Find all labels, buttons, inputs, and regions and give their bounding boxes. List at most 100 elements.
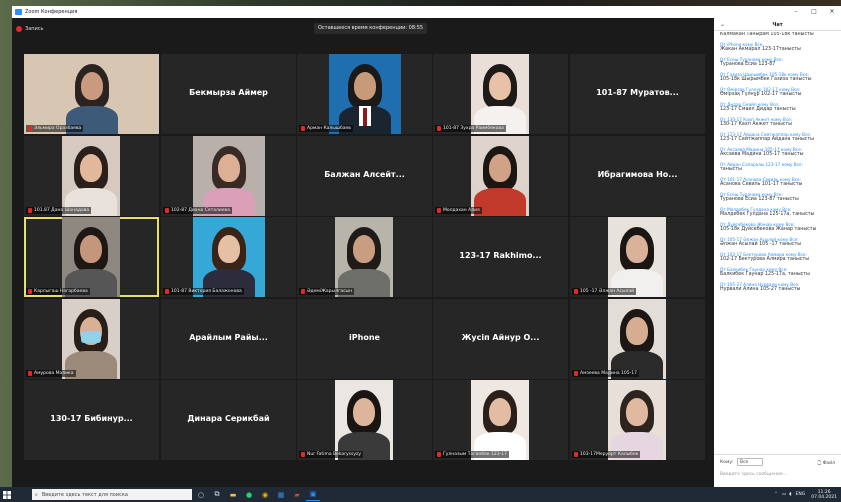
photos-icon[interactable]: ▦ [274, 489, 288, 501]
participant-tile[interactable]: Ибрагимова Но... [570, 136, 705, 216]
person-face [353, 235, 375, 263]
windows-start-icon[interactable] [0, 487, 14, 502]
gallery-view: Запись Оставшееся время конференции: 08:… [12, 18, 714, 487]
chat-messages[interactable]: Калмакан Танырам 105-18к танысты От iPhon… [714, 32, 841, 442]
close-button[interactable]: ✕ [823, 6, 841, 18]
search-placeholder: Введите здесь текст для поиска [41, 491, 128, 498]
network-icon[interactable]: ▭ [782, 492, 786, 497]
participant-tile[interactable]: 105 -17 Әлжан Асылай [570, 217, 705, 297]
participant-tile[interactable]: 103-17Меруерт Калыбек [570, 380, 705, 460]
chat-message-text: танысты [720, 167, 742, 172]
chat-message: От Есеш Туранова кому Все: Туранова Есиа … [720, 192, 841, 203]
participant-tile[interactable]: Амзеева Мадина 105-17 [570, 299, 705, 379]
zoom-taskbar-icon[interactable]: ▣ [306, 489, 320, 501]
participant-label: Карлыгаш Нагарбаева [26, 288, 90, 295]
participant-label-text: 103-17Меруерт Калыбек [580, 452, 639, 457]
participant-tile[interactable]: 101-87 Муратов... [570, 54, 705, 134]
file-button[interactable]: 🗋 Файл [818, 459, 836, 467]
participant-label: 101-87 Виктория Балажонова [163, 288, 244, 295]
muted-mic-icon [301, 452, 305, 457]
participant-tile[interactable]: 102-87 Диана Сеталиева [161, 136, 296, 216]
muted-mic-icon [437, 452, 441, 457]
participant-name: iPhone [349, 333, 380, 342]
participant-tile[interactable]: iPhone [297, 299, 432, 379]
maximize-button[interactable]: □ [805, 6, 823, 18]
participant-tile[interactable]: Динара Серикбай [161, 380, 296, 460]
chat-message: От 105-17 Әлжан Асылай кому Все: Әлжан Ас… [720, 237, 841, 248]
participant-label-text: Гулназым Тоганбек 123-17 [443, 452, 507, 457]
cortana-icon[interactable]: ○ [194, 489, 208, 501]
clock[interactable]: 11:26 07.04.2021 [811, 490, 837, 500]
whatsapp-icon[interactable]: ● [242, 489, 256, 501]
participant-label: Эльмира Оразбаева [26, 125, 84, 132]
participant-tile[interactable]: 101-87 Зухра Раимбекова [433, 54, 568, 134]
title-bar: Zoom Конференция – □ ✕ [12, 6, 841, 18]
participant-tile[interactable]: Амурова Малика [24, 299, 159, 379]
participant-tile[interactable]: Nur Fatima Bekaryssyzy [297, 380, 432, 460]
explorer-icon[interactable]: ▬ [226, 489, 240, 501]
participant-tile[interactable]: Карлыгаш Нагарбаева [24, 217, 159, 297]
participant-label-text: Молдахан Алия [443, 208, 480, 213]
participant-label: Амурова Малика [26, 370, 76, 377]
participant-label-text: Nur Fatima Bekaryssyzy [307, 452, 362, 457]
recipient-dropdown[interactable]: Все [737, 458, 763, 466]
muted-mic-icon [437, 126, 441, 131]
participant-name: Ибрагимова Но... [597, 170, 678, 179]
chat-message: От 101-17 Асанова Севиль кому Все: Асанов… [720, 177, 841, 188]
volume-icon[interactable]: ◖ [789, 492, 791, 497]
participant-video [608, 380, 666, 460]
participant-label: 102-87 Диана Сеталиева [163, 207, 232, 214]
person-face [489, 154, 511, 182]
participant-tile[interactable]: Гулназым Тоганбек 123-17 [433, 380, 568, 460]
chat-message: От 102-17 Бектурова Алмира кому Все: 102-… [720, 252, 841, 263]
language-indicator[interactable]: ENG [796, 492, 806, 497]
participant-tile[interactable]: Бекмырза Аймер [161, 54, 296, 134]
participant-label: Nur Fatima Bekaryssyzy [299, 451, 364, 458]
participant-label-text: 101.87 Дана Шонадова [34, 208, 90, 213]
chat-footer: Кому: Все 🗋 Файл Введите здесь сообщение… [714, 454, 841, 487]
chat-message-text: 105-18к Шырымбек Газиза танысты [720, 77, 812, 82]
chrome-icon[interactable]: ◉ [258, 489, 272, 501]
chat-input[interactable]: Введите здесь сообщение... [720, 472, 830, 477]
face-mask [81, 331, 101, 343]
taskbar-search[interactable]: ⌕ Введите здесь текст для поиска [32, 489, 192, 500]
participant-video [193, 136, 265, 216]
participant-tile[interactable]: Эльмира Оразбаева [24, 54, 159, 134]
participant-tile[interactable]: Балжан Алсейт... [297, 136, 432, 216]
participant-tile[interactable]: ӘдемiЖарылгасын [297, 217, 432, 297]
participant-tile[interactable]: 123-17 Rakhimo... [433, 217, 568, 297]
tray-chevron-icon[interactable]: ⌃ [774, 492, 778, 497]
person-face [218, 235, 240, 263]
participant-video [24, 54, 159, 134]
chat-message-text: Аксаева Мадина 105-17 танысты [720, 152, 804, 157]
participant-tile[interactable]: Молдахан Алия [433, 136, 568, 216]
chat-message: От 130-17 Кахп Акжет кому Все: 130-17 Ках… [720, 117, 841, 128]
screen: Zoom Конференция – □ ✕ Запись Оставшееся… [0, 0, 841, 502]
participant-label-text: 101-87 Виктория Балажонова [171, 289, 242, 294]
participant-tile[interactable]: 101.87 Дана Шонадова [24, 136, 159, 216]
time-remaining: Оставшееся время конференции: 08:55 [314, 23, 428, 34]
chat-message-text: Балкибек Гаунар 125-17а, танысты [720, 272, 810, 277]
person-body [474, 188, 526, 216]
participant-tile[interactable]: Жусiп Айнур О... [433, 299, 568, 379]
participant-tile[interactable]: 101-87 Виктория Балажонова [161, 217, 296, 297]
participant-tile[interactable]: Арман Калышбаев [297, 54, 432, 134]
minimize-button[interactable]: – [787, 6, 805, 18]
participant-label-text: Амурова Малика [34, 371, 74, 376]
chat-message-text: 123-17 Сейтжаппар Айдана танысты [720, 137, 814, 142]
chat-message-text: Жакан Акмарал 123-17танысты [720, 47, 801, 52]
zoom-window: Zoom Конференция – □ ✕ Запись Оставшееся… [12, 6, 841, 487]
participant-label: Амзеева Мадина 105-17 [572, 370, 639, 377]
participant-label-text: 105 -17 Әлжан Асылай [580, 289, 635, 294]
chat-message: От iPhone кому Все: Жакан Акмарал 123-17т… [720, 42, 841, 53]
powerpoint-icon[interactable]: ▰ [290, 489, 304, 501]
person-face [626, 317, 648, 345]
participant-tile[interactable]: 130-17 Бибинур... [24, 380, 159, 460]
clock-date: 07.04.2021 [811, 494, 837, 500]
task-view-icon[interactable]: ⧉ [210, 489, 224, 501]
participant-label: Гулназым Тоганбек 123-17 [435, 451, 509, 458]
participant-video [193, 217, 265, 297]
participant-tile[interactable]: Арайлым Райы... [161, 299, 296, 379]
recording-indicator[interactable]: Запись [16, 26, 43, 32]
chat-message: От Газиза Шырымбек 105-18к кому Все: 105-… [720, 72, 841, 83]
